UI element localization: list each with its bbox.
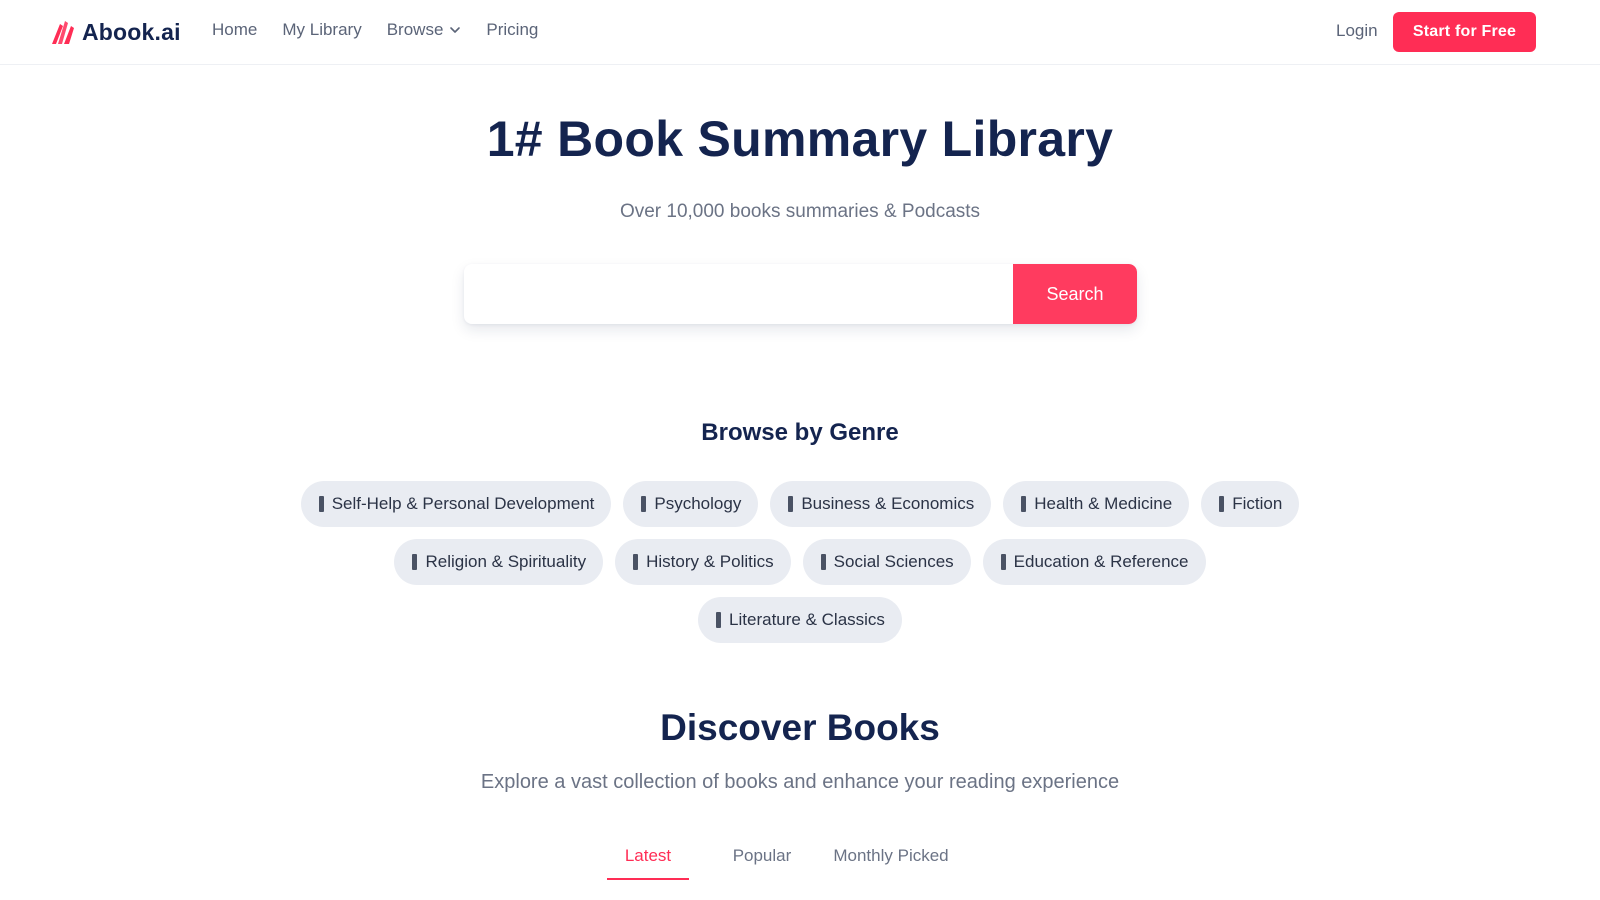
book-icon	[412, 554, 418, 570]
genre-chip-business[interactable]: Business & Economics	[770, 481, 992, 527]
search-bar: Search	[464, 264, 1137, 324]
genre-chip-label: Business & Economics	[801, 494, 975, 513]
genre-chip-label: Self-Help & Personal Development	[331, 494, 595, 513]
genre-chip-list: Self-Help & Personal Development Psychol…	[0, 481, 1600, 655]
nav-pricing-link[interactable]: Pricing	[486, 20, 538, 40]
genre-row: Self-Help & Personal Development Psychol…	[0, 481, 1600, 527]
tab-latest[interactable]: Latest	[607, 836, 689, 880]
book-icon	[1000, 554, 1006, 570]
genre-chip-education[interactable]: Education & Reference	[982, 539, 1206, 585]
book-icon	[1219, 496, 1225, 512]
genre-chip-health[interactable]: Health & Medicine	[1003, 481, 1190, 527]
nav-home-link[interactable]: Home	[212, 20, 257, 40]
genre-chip-literature[interactable]: Literature & Classics	[698, 597, 902, 643]
nav-browse-label: Browse	[386, 20, 444, 39]
nav-my-library-label: My Library	[282, 20, 362, 39]
book-icon	[788, 496, 794, 512]
genre-row: Religion & Spirituality History & Politi…	[0, 539, 1600, 585]
browse-by-genre-heading: Browse by Genre	[701, 419, 899, 446]
book-icon	[633, 554, 639, 570]
hero-subtitle: Over 10,000 books summaries & Podcasts	[619, 201, 981, 222]
tab-popular[interactable]: Popular	[721, 836, 803, 880]
discover-tabs: Latest Popular Monthly Picked	[607, 836, 958, 880]
search-input[interactable]	[464, 264, 1013, 324]
genre-chip-label: Social Sciences	[833, 552, 954, 571]
start-for-free-button[interactable]: Start for Free	[1393, 12, 1536, 52]
genre-chip-history[interactable]: History & Politics	[615, 539, 791, 585]
book-icon	[820, 554, 826, 570]
genre-chip-label: Fiction	[1232, 494, 1283, 513]
book-icon	[641, 496, 647, 512]
genre-chip-fiction[interactable]: Fiction	[1201, 481, 1300, 527]
book-icon	[318, 496, 324, 512]
genre-chip-psychology[interactable]: Psychology	[623, 481, 759, 527]
genre-chip-label: History & Politics	[646, 552, 774, 571]
genre-chip-label: Psychology	[654, 494, 742, 513]
nav-my-library-link[interactable]: My Library	[282, 20, 361, 40]
genre-chip-label: Health & Medicine	[1034, 494, 1173, 513]
discover-books-heading: Discover Books	[660, 707, 940, 748]
abook-logo-icon	[52, 21, 74, 44]
genre-row: Literature & Classics	[0, 597, 1600, 643]
genre-chip-religion[interactable]: Religion & Spirituality	[394, 539, 604, 585]
navbar: Abook.ai Home My Library Browse Pricing …	[0, 0, 1600, 65]
genre-chip-social-sciences[interactable]: Social Sciences	[802, 539, 971, 585]
genre-chip-label: Education & Reference	[1013, 552, 1189, 571]
book-icon	[1021, 496, 1027, 512]
login-link[interactable]: Login	[1336, 21, 1378, 41]
nav-pricing-label: Pricing	[486, 20, 539, 39]
genre-chip-label: Literature & Classics	[729, 610, 885, 629]
genre-chip-label: Religion & Spirituality	[425, 552, 587, 571]
brand-logo[interactable]: Abook.ai	[50, 16, 181, 48]
brand-name: Abook.ai	[82, 18, 181, 45]
book-icon	[716, 612, 722, 628]
genre-chip-self-help[interactable]: Self-Help & Personal Development	[300, 481, 612, 527]
nav-browse-dropdown[interactable]: Browse	[387, 20, 462, 40]
discover-subtitle: Explore a vast collection of books and e…	[480, 771, 1120, 793]
main-nav: Home My Library Browse Pricing	[212, 20, 563, 40]
chevron-down-icon	[450, 27, 461, 33]
tab-monthly-picked[interactable]: Monthly Picked	[824, 836, 958, 880]
page-title: 1# Book Summary Library	[486, 111, 1114, 167]
search-button[interactable]: Search	[1013, 264, 1137, 324]
nav-home-label: Home	[212, 20, 258, 39]
